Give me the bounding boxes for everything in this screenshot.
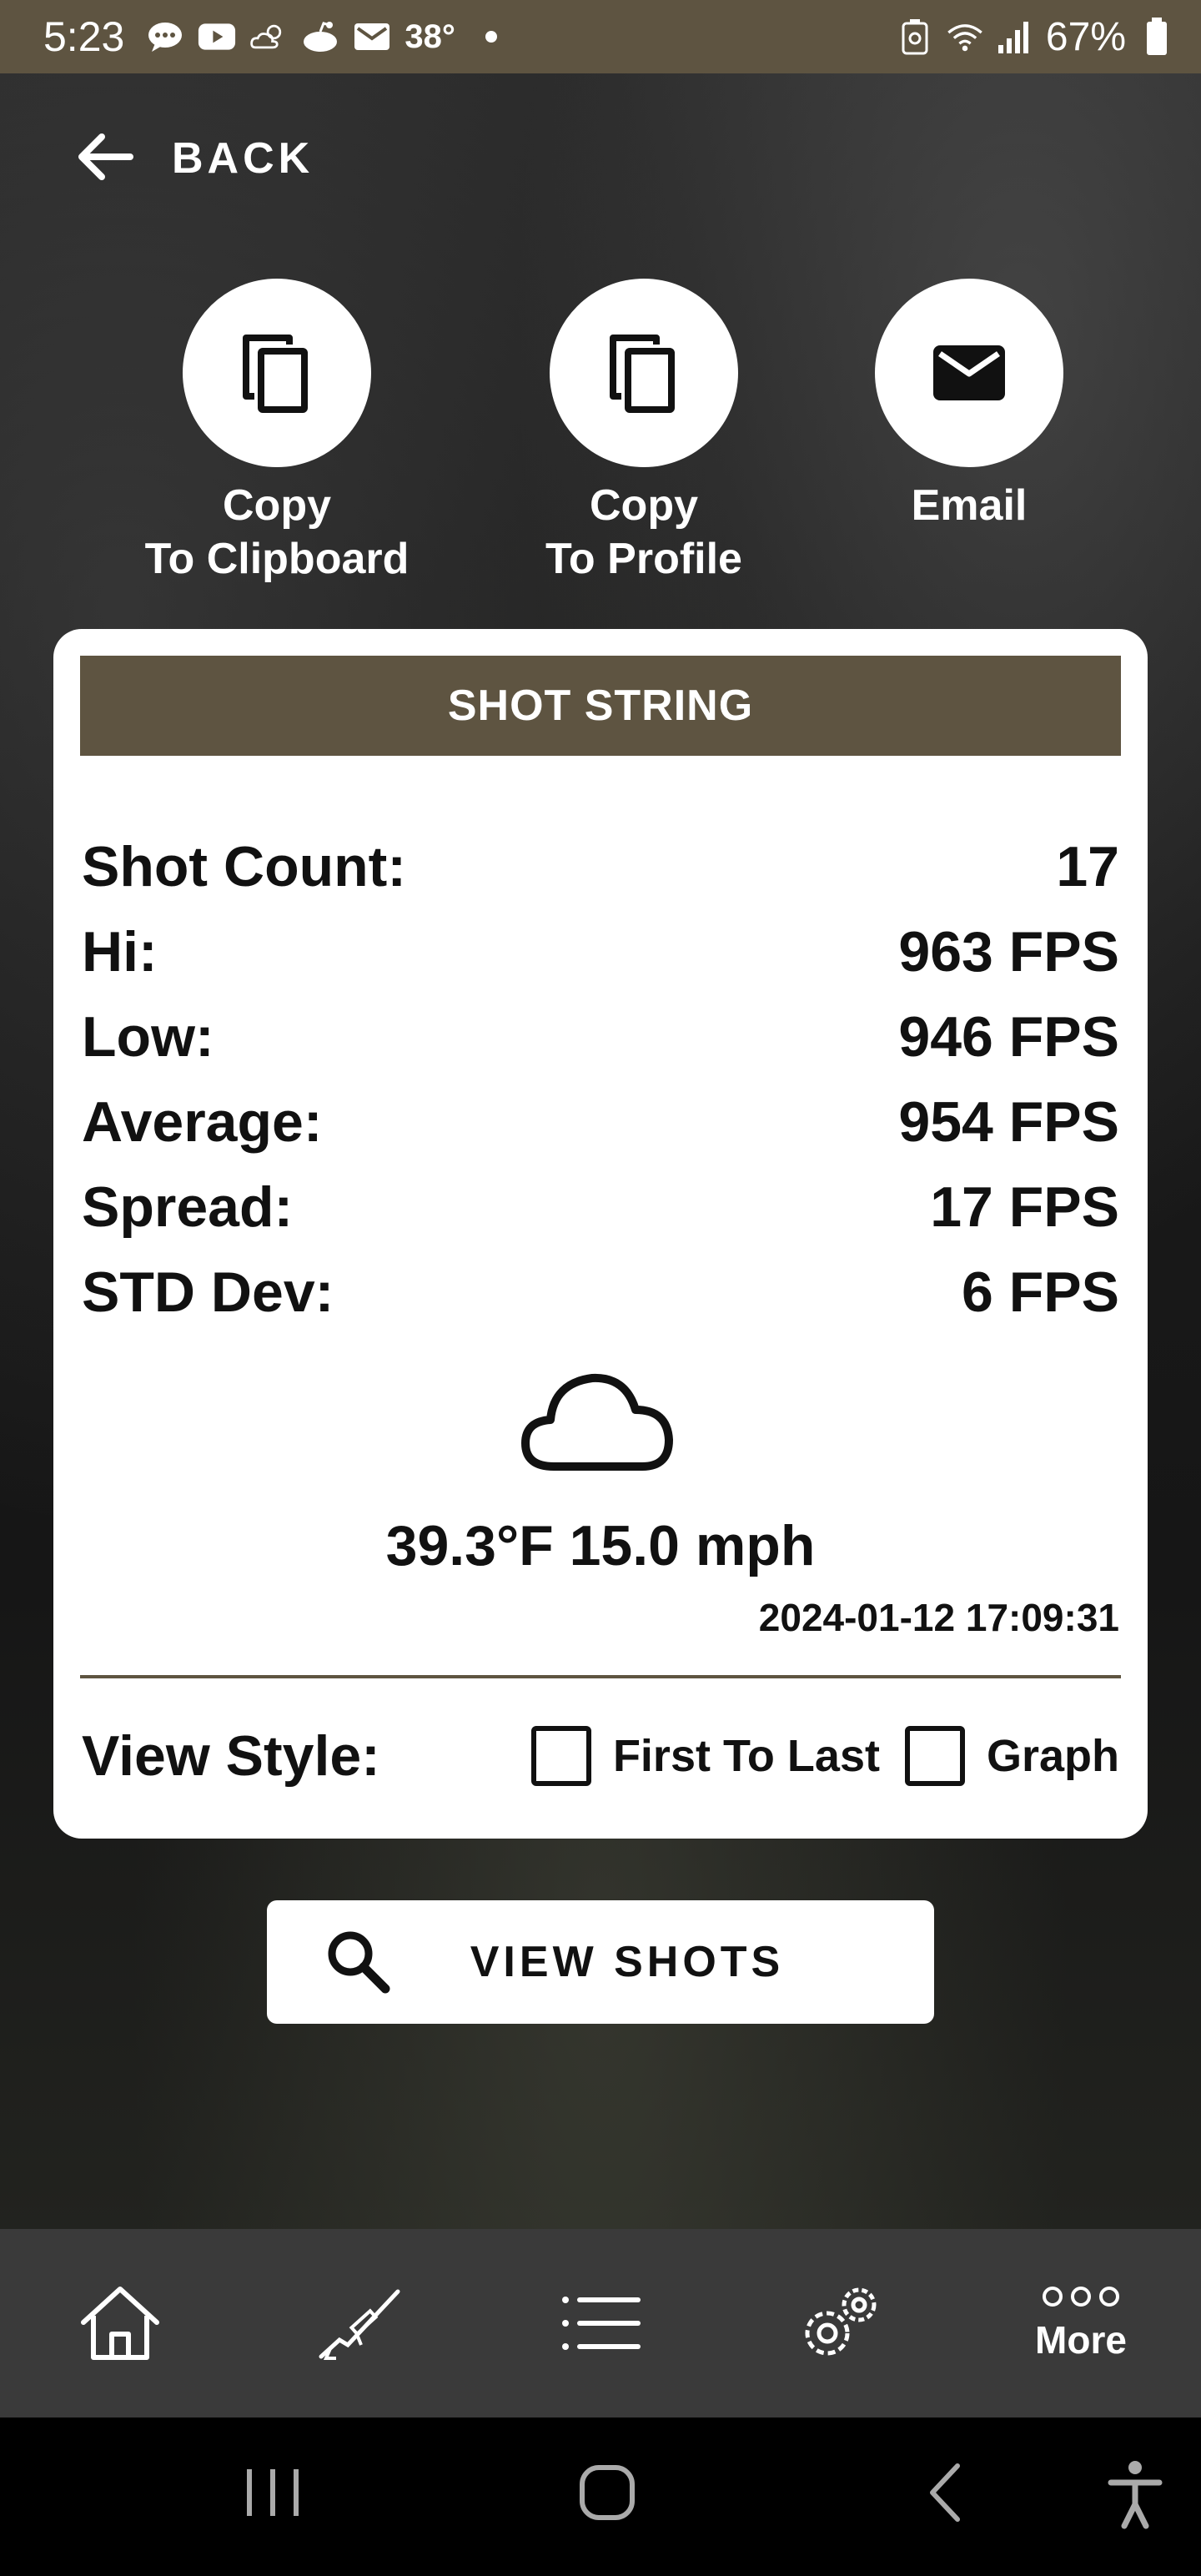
rifle-icon: [319, 2289, 400, 2360]
search-icon: [328, 1931, 390, 1994]
stat-value: 963 FPS: [898, 920, 1119, 984]
youtube-icon: [198, 18, 236, 56]
bottom-nav: More: [0, 2229, 1201, 2418]
signal-icon: [996, 18, 1034, 56]
cloud-icon: [521, 1373, 673, 1471]
stat-row: Average: 954 FPS: [82, 1079, 1119, 1165]
copy-to-profile-button[interactable]: Copy To Profile: [494, 279, 794, 586]
stat-row: STD Dev: 6 FPS: [82, 1250, 1119, 1335]
nav-settings[interactable]: [721, 2229, 961, 2418]
more-icon: [1043, 2287, 1119, 2307]
envelope-icon: [933, 345, 1005, 400]
email-label: Email: [912, 479, 1028, 532]
stat-label: STD Dev:: [82, 1260, 334, 1324]
nav-rifle[interactable]: [240, 2229, 480, 2418]
email-circle[interactable]: [875, 279, 1063, 467]
label-line1: Email: [911, 481, 1028, 530]
email-button[interactable]: Email: [819, 279, 1119, 532]
graph-checkbox[interactable]: Graph: [904, 1726, 1119, 1786]
checkbox-label: First To Last: [612, 1731, 880, 1781]
checkbox-box[interactable]: [904, 1726, 965, 1786]
shot-string-card: SHOT STRING Shot Count: 17 Hi: 963 FPS Low…: [53, 629, 1148, 1839]
stat-row: Shot Count: 17: [82, 824, 1119, 909]
system-nav-bar: [0, 2418, 1201, 2576]
weather-readout: 39.3°F 15.0 mph: [385, 1514, 816, 1577]
reddit-icon: [301, 18, 339, 56]
stat-value: 17 FPS: [930, 1175, 1119, 1239]
stat-row: Spread: 17 FPS: [82, 1165, 1119, 1250]
stat-value: 954 FPS: [898, 1090, 1119, 1154]
nav-list[interactable]: [480, 2229, 721, 2418]
nav-home[interactable]: [0, 2229, 240, 2418]
view-shots-button[interactable]: VIEW SHOTS: [267, 1900, 934, 2024]
label-line1: Copy: [590, 481, 698, 530]
status-temperature: 38°: [405, 18, 455, 55]
copy-to-clipboard-button[interactable]: Copy To Clipboard: [127, 279, 427, 586]
stat-label: Low:: [82, 1005, 214, 1069]
accessibility-icon[interactable]: [1106, 2459, 1164, 2529]
stat-row: Low: 946 FPS: [82, 994, 1119, 1079]
battery-percent: 67%: [1045, 14, 1126, 59]
status-bar: 5:23 38° 67%: [0, 0, 1201, 73]
timestamp: 2024-01-12 17:09:31: [758, 1596, 1119, 1639]
battery-saver-icon: [896, 18, 934, 56]
dot-icon: [485, 31, 497, 43]
checkbox-box[interactable]: [530, 1726, 591, 1786]
copy-to-profile-label: Copy To Profile: [545, 479, 742, 586]
home-button-icon[interactable]: [574, 2459, 641, 2526]
battery-icon: [1138, 18, 1176, 56]
list-icon: [562, 2297, 641, 2350]
system-back-icon[interactable]: [921, 2459, 971, 2526]
chat-icon: [146, 18, 184, 56]
card-header: SHOT STRING: [80, 656, 1121, 756]
first-to-last-checkbox[interactable]: First To Last: [530, 1726, 880, 1786]
stats-list: Shot Count: 17 Hi: 963 FPS Low: 946 FPS Ave…: [82, 824, 1119, 1335]
copy-to-clipboard-circle[interactable]: [183, 279, 371, 467]
divider: [80, 1675, 1121, 1678]
partly-cloudy-icon: [249, 18, 288, 56]
stat-value: 946 FPS: [898, 1005, 1119, 1069]
wifi-icon: [946, 18, 984, 56]
label-line2: To Profile: [545, 535, 742, 583]
arrow-left-icon: [75, 130, 135, 188]
more-label: More: [1035, 2318, 1127, 2362]
copy-icon: [243, 335, 308, 413]
copy-to-profile-circle[interactable]: [550, 279, 738, 467]
stat-label: Spread:: [82, 1175, 294, 1239]
copy-to-clipboard-label: Copy To Clipboard: [145, 479, 410, 586]
view-style-row: View Style: First To Last Graph: [82, 1710, 1119, 1802]
stat-value: 6 FPS: [962, 1260, 1119, 1324]
recents-icon[interactable]: [244, 2459, 302, 2526]
stat-label: Hi:: [82, 920, 158, 984]
stat-row: Hi: 963 FPS: [82, 909, 1119, 994]
mail-icon: [353, 18, 391, 56]
back-label: BACK: [172, 134, 314, 183]
status-time: 5:23: [43, 13, 125, 60]
back-button[interactable]: BACK: [75, 125, 314, 192]
nav-more[interactable]: More: [961, 2229, 1201, 2418]
label-line2: To Clipboard: [144, 535, 410, 583]
stat-value: 17: [1056, 835, 1119, 898]
home-icon: [81, 2287, 159, 2360]
label-line1: Copy: [223, 481, 331, 530]
stat-label: Shot Count:: [82, 835, 406, 898]
view-style-label: View Style:: [82, 1724, 380, 1788]
gears-icon: [805, 2287, 877, 2356]
checkbox-label: Graph: [986, 1731, 1119, 1781]
stat-label: Average:: [82, 1090, 323, 1154]
copy-icon: [610, 335, 675, 413]
